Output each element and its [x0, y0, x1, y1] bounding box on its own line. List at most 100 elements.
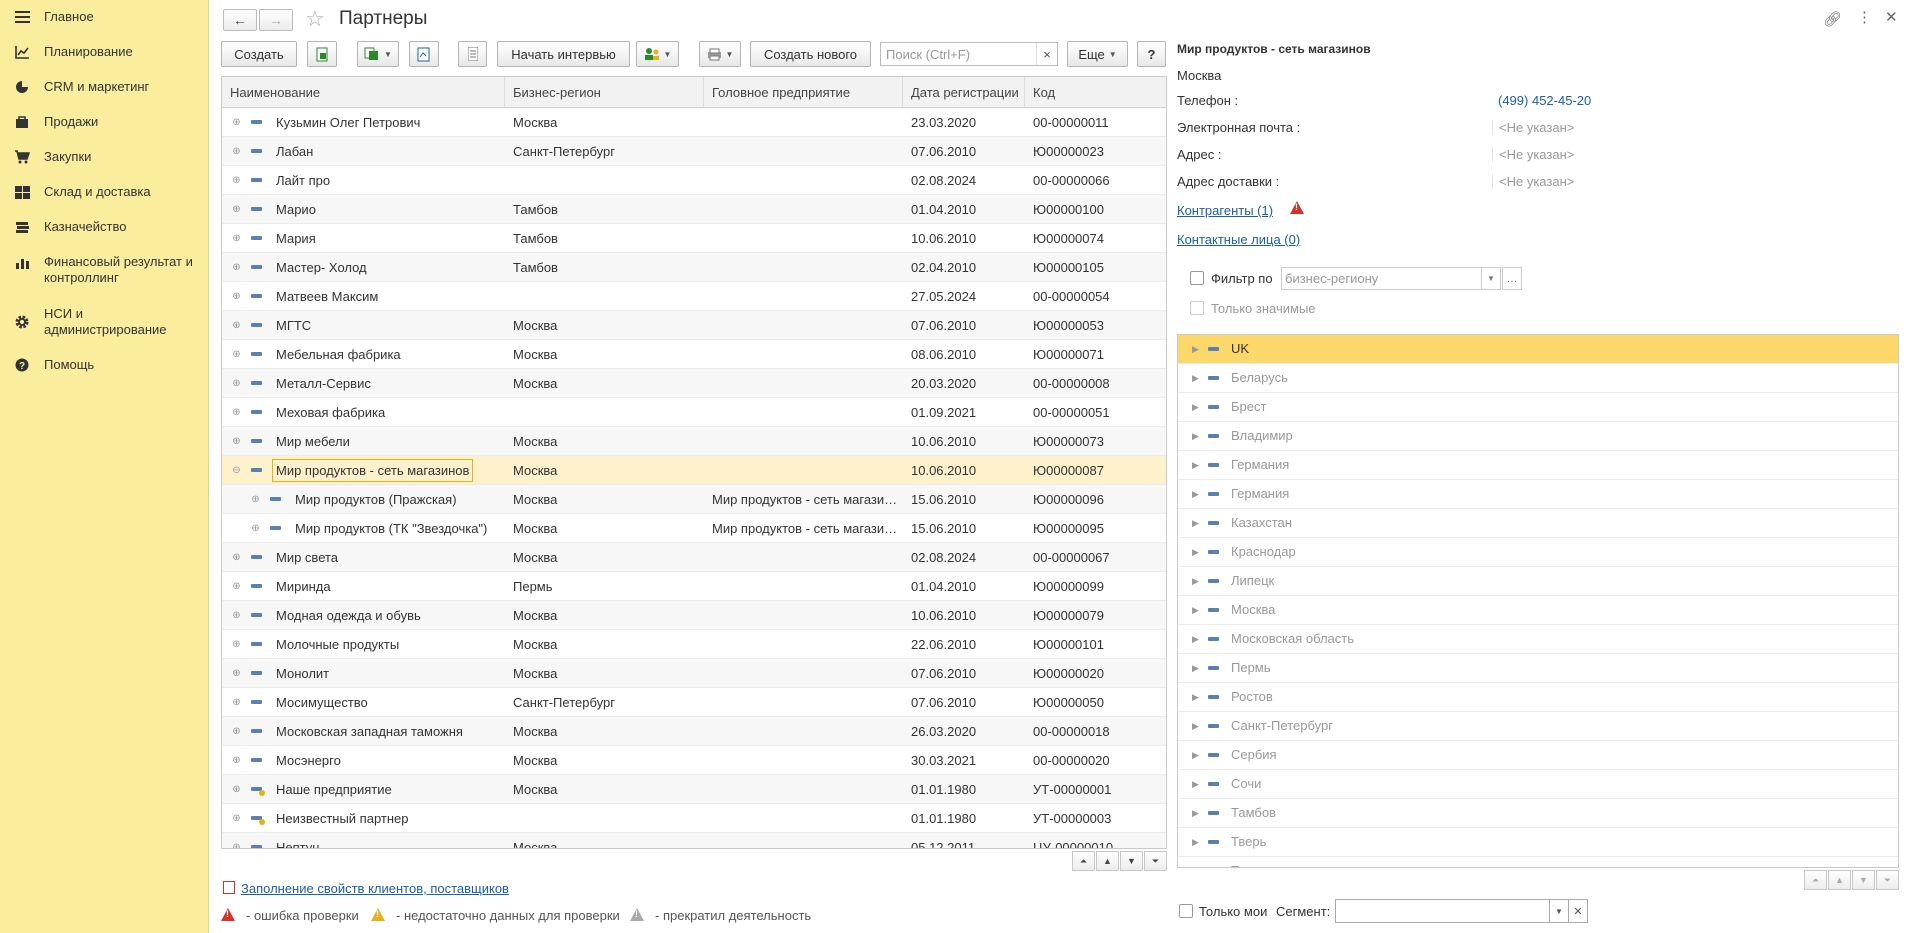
sidebar-item-treasury[interactable]: Казначейство — [0, 219, 209, 235]
chevron-right-icon[interactable]: ▶ — [1192, 605, 1199, 616]
scroll-down-button[interactable]: ▼ — [1120, 851, 1143, 871]
table-row[interactable]: ⊕ Мебельная фабрика Москва 08.06.2010 Ю00000… — [222, 340, 1166, 369]
col-header-code[interactable]: Код — [1025, 77, 1165, 108]
ellipsis-button[interactable]: … — [1502, 267, 1522, 290]
region-item[interactable]: ▶ Брест — [1178, 393, 1898, 422]
chevron-down-icon[interactable]: ▼ — [1481, 267, 1501, 290]
expand-icon[interactable]: ⊕ — [232, 785, 241, 795]
table-row[interactable]: ⊕ Лабан Санкт-Петербург 07.06.2010 Ю00000023 — [222, 137, 1166, 166]
users-button[interactable]: ▼ — [636, 41, 679, 67]
filter-checkbox[interactable] — [1190, 271, 1204, 285]
region-item[interactable]: ▶ Владимир — [1178, 422, 1898, 451]
chevron-right-icon[interactable]: ▶ — [1192, 489, 1199, 500]
table-row[interactable]: ⊕ Кузьмин Олег Петрович Москва 23.03.2020 00… — [222, 108, 1166, 137]
create-button[interactable]: Создать — [221, 41, 297, 67]
table-row[interactable]: ⊕ Металл-Сервис Москва 20.03.2020 00-0000000… — [222, 369, 1166, 398]
chevron-right-icon[interactable]: ▶ — [1192, 837, 1199, 848]
table-row[interactable]: ⊕ Московская западная таможня Москва 26.03.… — [222, 717, 1166, 746]
region-item[interactable]: ▶ Казахстан — [1178, 509, 1898, 538]
create-new-button[interactable]: Создать нового — [750, 41, 871, 67]
expand-icon[interactable]: ⊕ — [232, 321, 241, 331]
sidebar-item-purchases[interactable]: Закупки — [0, 149, 209, 165]
chevron-down-icon[interactable]: ▼ — [1549, 899, 1569, 923]
favorite-star-icon[interactable]: ☆ — [305, 6, 325, 32]
expand-icon[interactable]: ⊕ — [251, 524, 260, 534]
chevron-right-icon[interactable]: ▶ — [1192, 576, 1199, 587]
expand-icon[interactable]: ⊕ — [232, 263, 241, 273]
only-mine-checkbox[interactable] — [1179, 904, 1193, 918]
expand-icon[interactable]: ⊕ — [232, 234, 241, 244]
region-item[interactable]: ▶ Москва — [1178, 596, 1898, 625]
table-row[interactable]: ⊕ Лайт про 02.08.2024 00-00000066 — [222, 166, 1166, 195]
table-row[interactable]: ⊕ Мария Тамбов 10.06.2010 Ю00000074 — [222, 224, 1166, 253]
scroll-up-button[interactable]: ▲ — [1828, 870, 1851, 890]
create-basis-button[interactable]: ▼ — [357, 41, 399, 67]
region-item[interactable]: ▶ Санкт-Петербург — [1178, 712, 1898, 741]
expand-icon[interactable]: ⊕ — [232, 698, 241, 708]
region-item[interactable]: ▶ Тамбов — [1178, 799, 1898, 828]
expand-icon[interactable]: ⊕ — [232, 814, 241, 824]
chevron-right-icon[interactable]: ▶ — [1192, 460, 1199, 471]
expand-icon[interactable]: ⊕ — [232, 437, 241, 447]
chevron-right-icon[interactable]: ▶ — [1192, 866, 1199, 867]
counterparties-link[interactable]: Контрагенты (1) — [1177, 203, 1273, 218]
chevron-right-icon[interactable]: ▶ — [1192, 692, 1199, 703]
chevron-right-icon[interactable]: ▶ — [1192, 518, 1199, 529]
expand-icon[interactable]: ⊕ — [232, 176, 241, 186]
expand-icon[interactable]: ⊕ — [232, 611, 241, 621]
forward-button[interactable]: → — [259, 9, 293, 31]
close-icon[interactable]: ✕ — [1885, 8, 1898, 26]
table-row[interactable]: ⊕ Матвеев Максим 27.05.2024 00-00000054 — [222, 282, 1166, 311]
table-row[interactable]: ⊕ Миринда Пермь 01.04.2010 Ю00000099 — [222, 572, 1166, 601]
expand-icon[interactable]: ⊕ — [232, 727, 241, 737]
region-item[interactable]: ▶ Тверь — [1178, 828, 1898, 857]
sidebar-item-planning[interactable]: Планирование — [0, 44, 209, 60]
region-item[interactable]: ▶ Т... — [1178, 857, 1898, 867]
table-row[interactable]: ⊕ МГТС Москва 07.06.2010 Ю00000053 — [222, 311, 1166, 340]
table-row[interactable]: ⊕ Мастер- Холод Тамбов 02.04.2010 Ю00000105 — [222, 253, 1166, 282]
sidebar-item-sales[interactable]: Продажи — [0, 114, 209, 130]
region-item[interactable]: ▶ Ростов — [1178, 683, 1898, 712]
chevron-right-icon[interactable]: ▶ — [1192, 779, 1199, 790]
chevron-right-icon[interactable]: ▶ — [1192, 402, 1199, 413]
chevron-right-icon[interactable]: ▶ — [1192, 663, 1199, 674]
table-row[interactable]: ⊕ Марио Тамбов 01.04.2010 Ю00000100 — [222, 195, 1166, 224]
report-button[interactable] — [409, 41, 439, 67]
region-item[interactable]: ▶ UK — [1178, 335, 1898, 364]
clear-icon[interactable]: ✕ — [1568, 899, 1588, 923]
expand-icon[interactable]: ⊕ — [232, 553, 241, 563]
expand-icon[interactable]: ⊕ — [232, 669, 241, 679]
expand-icon[interactable]: ⊕ — [232, 843, 241, 849]
more-vert-icon[interactable]: ⋮ — [1857, 8, 1872, 26]
region-item[interactable]: ▶ Сочи — [1178, 770, 1898, 799]
help-button[interactable]: ? — [1137, 41, 1166, 67]
region-item[interactable]: ▶ Сербия — [1178, 741, 1898, 770]
region-item[interactable]: ▶ Липецк — [1178, 567, 1898, 596]
table-row[interactable]: ⊕ Мосэнерго Москва 30.03.2021 00-00000020 — [222, 746, 1166, 775]
sidebar-item-help[interactable]: ? Помощь — [0, 357, 209, 373]
start-interview-button[interactable]: Начать интервью — [497, 41, 630, 67]
chevron-right-icon[interactable]: ▶ — [1192, 373, 1199, 384]
col-header-head[interactable]: Головное предприятие — [704, 77, 903, 108]
table-row[interactable]: ⊕ Молочные продукты Москва 22.06.2010 Ю00000… — [222, 630, 1166, 659]
region-item[interactable]: ▶ Краснодар — [1178, 538, 1898, 567]
sidebar-item-crm[interactable]: CRM и маркетинг — [0, 79, 209, 95]
link-icon[interactable]: 🔗︎ — [1823, 10, 1842, 28]
scroll-bottom-button[interactable]: ⏷ — [1144, 851, 1167, 871]
expand-icon[interactable]: ⊕ — [232, 350, 241, 360]
scroll-up-button[interactable]: ▲ — [1096, 851, 1119, 871]
more-button[interactable]: Еще ▼ — [1067, 41, 1128, 67]
expand-icon[interactable]: ⊕ — [251, 495, 260, 505]
table-row[interactable]: ⊕ Мосимущество Санкт-Петербург 07.06.2010 Ю0… — [222, 688, 1166, 717]
back-button[interactable]: ← — [223, 9, 257, 31]
col-header-region[interactable]: Бизнес-регион — [505, 77, 704, 108]
region-item[interactable]: ▶ Германия — [1178, 480, 1898, 509]
copy-button[interactable] — [307, 41, 337, 67]
expand-icon[interactable]: ⊕ — [232, 205, 241, 215]
phone-value[interactable]: (499) 452-45-20 — [1492, 93, 1591, 108]
sidebar-item-finance[interactable]: Финансовый результат и контроллинг — [0, 254, 209, 286]
region-item[interactable]: ▶ Московская область — [1178, 625, 1898, 654]
chevron-right-icon[interactable]: ▶ — [1192, 634, 1199, 645]
fill-properties-link[interactable]: Заполнение свойств клиентов, поставщиков — [241, 881, 509, 896]
expand-icon[interactable]: ⊕ — [232, 582, 241, 592]
